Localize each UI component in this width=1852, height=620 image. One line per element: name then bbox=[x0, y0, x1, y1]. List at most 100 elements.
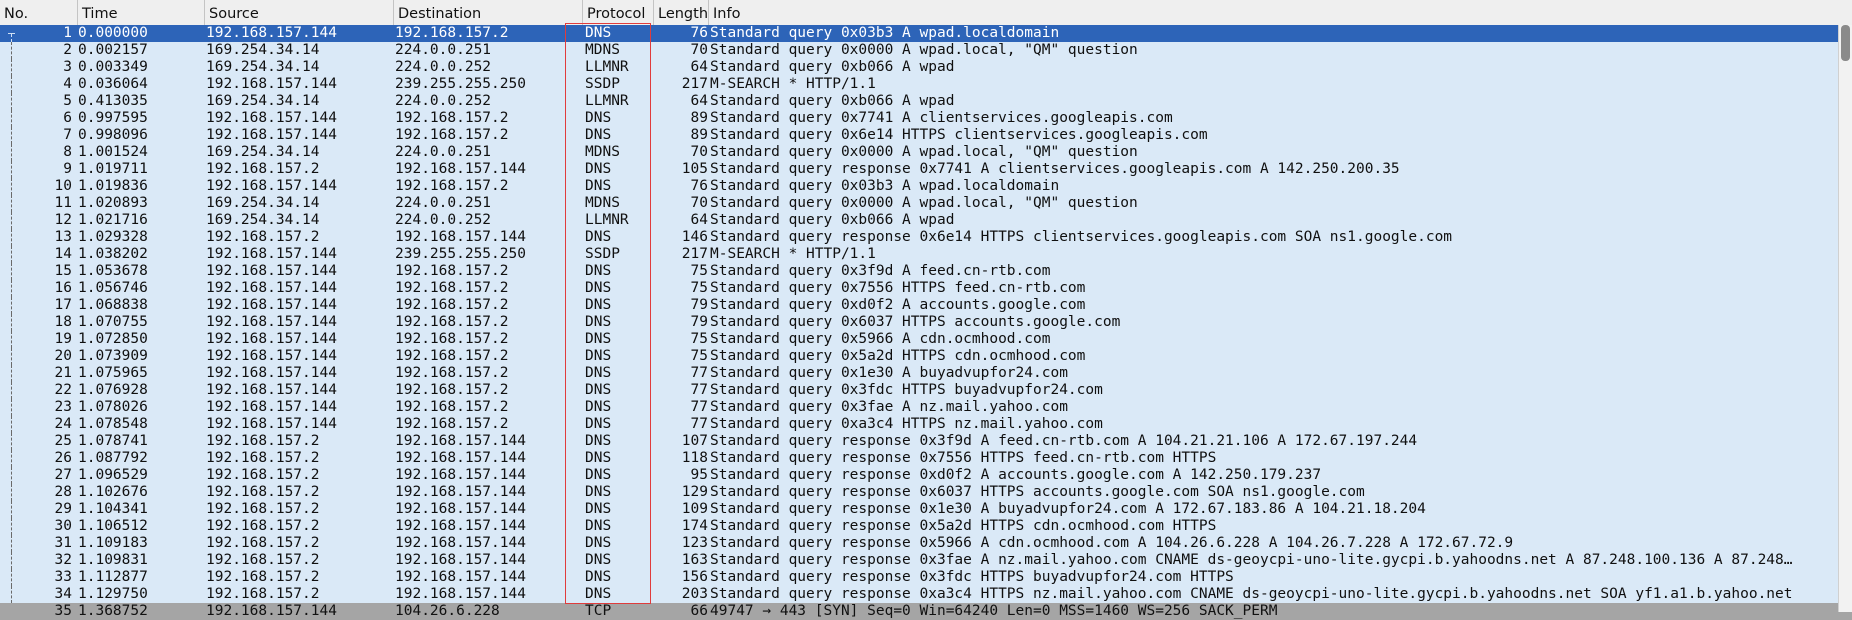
cell-destination: 192.168.157.144 bbox=[395, 552, 526, 568]
cell-no: 25 bbox=[54, 433, 72, 449]
cell-info: Standard query response 0x5966 A cdn.ocm… bbox=[710, 535, 1514, 551]
column-header-protocol[interactable]: Protocol bbox=[583, 0, 654, 25]
packet-row[interactable]: 25 1.078741 192.168.157.2 192.168.157.144 DN… bbox=[0, 433, 1852, 450]
cell-no: 32 bbox=[54, 552, 72, 568]
packet-row[interactable]: 2 0.002157 169.254.34.14 224.0.0.251 MDNS 70 S… bbox=[0, 42, 1852, 59]
cell-length: 217 bbox=[681, 246, 708, 262]
cell-destination: 192.168.157.144 bbox=[395, 161, 526, 177]
packet-row[interactable]: 7 0.998096 192.168.157.144 192.168.157.2 DNS… bbox=[0, 127, 1852, 144]
packet-row[interactable]: 31 1.109183 192.168.157.2 192.168.157.144 DN… bbox=[0, 535, 1852, 552]
column-header-info[interactable]: Info bbox=[709, 0, 1838, 25]
cell-time: 1.078548 bbox=[78, 416, 148, 432]
packet-row[interactable]: 26 1.087792 192.168.157.2 192.168.157.144 DN… bbox=[0, 450, 1852, 467]
cell-length: 77 bbox=[690, 416, 708, 432]
cell-source: 192.168.157.2 bbox=[206, 586, 320, 602]
cell-length: 174 bbox=[681, 518, 708, 534]
packet-row[interactable]: 28 1.102676 192.168.157.2 192.168.157.144 DN… bbox=[0, 484, 1852, 501]
column-header-time[interactable]: Time bbox=[78, 0, 205, 25]
packet-row[interactable]: 3 0.003349 169.254.34.14 224.0.0.252 LLMNR 64… bbox=[0, 59, 1852, 76]
packet-row[interactable]: 19 1.072850 192.168.157.144 192.168.157.2 DN… bbox=[0, 331, 1852, 348]
cell-protocol: LLMNR bbox=[585, 212, 629, 228]
column-header-destination[interactable]: Destination bbox=[394, 0, 583, 25]
cell-time: 1.029328 bbox=[78, 229, 148, 245]
cell-source: 192.168.157.2 bbox=[206, 229, 320, 245]
cell-info: Standard query response 0xd0f2 A account… bbox=[710, 467, 1322, 483]
packet-row[interactable]: 11 1.020893 169.254.34.14 224.0.0.251 MDNS 70… bbox=[0, 195, 1852, 212]
cell-info: Standard query 0xa3c4 HTTPS nz.mail.yaho… bbox=[710, 416, 1103, 432]
packet-row[interactable]: 8 1.001524 169.254.34.14 224.0.0.251 MDNS 70 S… bbox=[0, 144, 1852, 161]
packet-row[interactable]: 16 1.056746 192.168.157.144 192.168.157.2 DN… bbox=[0, 280, 1852, 297]
packet-row[interactable]: 23 1.078026 192.168.157.144 192.168.157.2 DN… bbox=[0, 399, 1852, 416]
cell-length: 75 bbox=[690, 331, 708, 347]
cell-no: 1 bbox=[63, 25, 72, 41]
cell-no: 9 bbox=[63, 161, 72, 177]
cell-info: Standard query 0xb066 A wpad bbox=[710, 59, 955, 75]
cell-source: 192.168.157.144 bbox=[206, 348, 337, 364]
packet-row[interactable]: 20 1.073909 192.168.157.144 192.168.157.2 DN… bbox=[0, 348, 1852, 365]
cell-protocol: LLMNR bbox=[585, 93, 629, 109]
cell-length: 123 bbox=[681, 535, 708, 551]
cell-time: 1.076928 bbox=[78, 382, 148, 398]
cell-destination: 192.168.157.144 bbox=[395, 467, 526, 483]
cell-info: Standard query 0x6e14 HTTPS clientservic… bbox=[710, 127, 1208, 143]
packet-row[interactable]: 1 0.000000 192.168.157.144 192.168.157.2 DNS… bbox=[0, 25, 1852, 42]
packet-row[interactable]: 30 1.106512 192.168.157.2 192.168.157.144 DN… bbox=[0, 518, 1852, 535]
packet-row[interactable]: 13 1.029328 192.168.157.2 192.168.157.144 DN… bbox=[0, 229, 1852, 246]
packet-row[interactable]: 4 0.036064 192.168.157.144 239.255.255.250 S… bbox=[0, 76, 1852, 93]
cell-destination: 192.168.157.2 bbox=[395, 127, 509, 143]
vertical-scrollbar[interactable] bbox=[1838, 25, 1852, 612]
cell-info: M-SEARCH * HTTP/1.1 bbox=[710, 246, 876, 262]
column-header-source[interactable]: Source bbox=[205, 0, 394, 25]
cell-time: 1.038202 bbox=[78, 246, 148, 262]
packet-row[interactable]: 6 0.997595 192.168.157.144 192.168.157.2 DNS… bbox=[0, 110, 1852, 127]
cell-source: 192.168.157.2 bbox=[206, 501, 320, 517]
cell-time: 1.096529 bbox=[78, 467, 148, 483]
cell-info: Standard query 0x6037 HTTPS accounts.goo… bbox=[710, 314, 1121, 330]
packet-row[interactable]: 5 0.413035 169.254.34.14 224.0.0.252 LLMNR 64… bbox=[0, 93, 1852, 110]
packet-row[interactable]: 22 1.076928 192.168.157.144 192.168.157.2 DN… bbox=[0, 382, 1852, 399]
packet-row[interactable]: 29 1.104341 192.168.157.2 192.168.157.144 DN… bbox=[0, 501, 1852, 518]
column-header-length[interactable]: Length bbox=[654, 0, 709, 25]
cell-protocol: SSDP bbox=[585, 76, 620, 92]
cell-source: 169.254.34.14 bbox=[206, 212, 320, 228]
packet-list-header: No. Time Source Destination Protocol Len… bbox=[0, 0, 1852, 26]
cell-length: 203 bbox=[681, 586, 708, 602]
cell-info: Standard query response 0x7741 A clients… bbox=[710, 161, 1400, 177]
cell-length: 79 bbox=[690, 314, 708, 330]
packet-row[interactable]: 32 1.109831 192.168.157.2 192.168.157.144 DN… bbox=[0, 552, 1852, 569]
packet-row[interactable]: 21 1.075965 192.168.157.144 192.168.157.2 DN… bbox=[0, 365, 1852, 382]
packet-row[interactable]: 27 1.096529 192.168.157.2 192.168.157.144 DN… bbox=[0, 467, 1852, 484]
packet-row[interactable]: 33 1.112877 192.168.157.2 192.168.157.144 DN… bbox=[0, 569, 1852, 586]
cell-length: 118 bbox=[681, 450, 708, 466]
cell-length: 89 bbox=[690, 110, 708, 126]
cell-protocol: SSDP bbox=[585, 246, 620, 262]
cell-destination: 192.168.157.144 bbox=[395, 229, 526, 245]
packet-row[interactable]: 18 1.070755 192.168.157.144 192.168.157.2 DN… bbox=[0, 314, 1852, 331]
cell-source: 169.254.34.14 bbox=[206, 59, 320, 75]
cell-length: 75 bbox=[690, 280, 708, 296]
cell-no: 14 bbox=[54, 246, 72, 262]
cell-protocol: DNS bbox=[585, 314, 612, 330]
cell-source: 192.168.157.144 bbox=[206, 178, 337, 194]
cell-time: 1.073909 bbox=[78, 348, 148, 364]
cell-source: 192.168.157.144 bbox=[206, 382, 337, 398]
column-header-no[interactable]: No. bbox=[0, 0, 78, 25]
scrollbar-thumb[interactable] bbox=[1841, 25, 1850, 61]
cell-destination: 192.168.157.2 bbox=[395, 297, 509, 313]
packet-row[interactable]: 24 1.078548 192.168.157.144 192.168.157.2 DN… bbox=[0, 416, 1852, 433]
cell-source: 169.254.34.14 bbox=[206, 195, 320, 211]
packet-row[interactable]: 10 1.019836 192.168.157.144 192.168.157.2 DN… bbox=[0, 178, 1852, 195]
packet-row[interactable]: 14 1.038202 192.168.157.144 239.255.255.250… bbox=[0, 246, 1852, 263]
cell-length: 76 bbox=[690, 25, 708, 41]
cell-length: 70 bbox=[690, 42, 708, 58]
cell-length: 105 bbox=[681, 161, 708, 177]
cell-no: 2 bbox=[63, 42, 72, 58]
packet-row[interactable]: 12 1.021716 169.254.34.14 224.0.0.252 LLMNR 6… bbox=[0, 212, 1852, 229]
packet-row[interactable]: 34 1.129750 192.168.157.2 192.168.157.144 DN… bbox=[0, 586, 1852, 603]
cell-time: 1.070755 bbox=[78, 314, 148, 330]
cell-destination: 192.168.157.144 bbox=[395, 569, 526, 585]
cell-info: Standard query 0x3f9d A feed.cn-rtb.com bbox=[710, 263, 1051, 279]
packet-row[interactable]: 15 1.053678 192.168.157.144 192.168.157.2 DN… bbox=[0, 263, 1852, 280]
packet-row[interactable]: 9 1.019711 192.168.157.2 192.168.157.144 DNS… bbox=[0, 161, 1852, 178]
packet-row[interactable]: 17 1.068838 192.168.157.144 192.168.157.2 DN… bbox=[0, 297, 1852, 314]
